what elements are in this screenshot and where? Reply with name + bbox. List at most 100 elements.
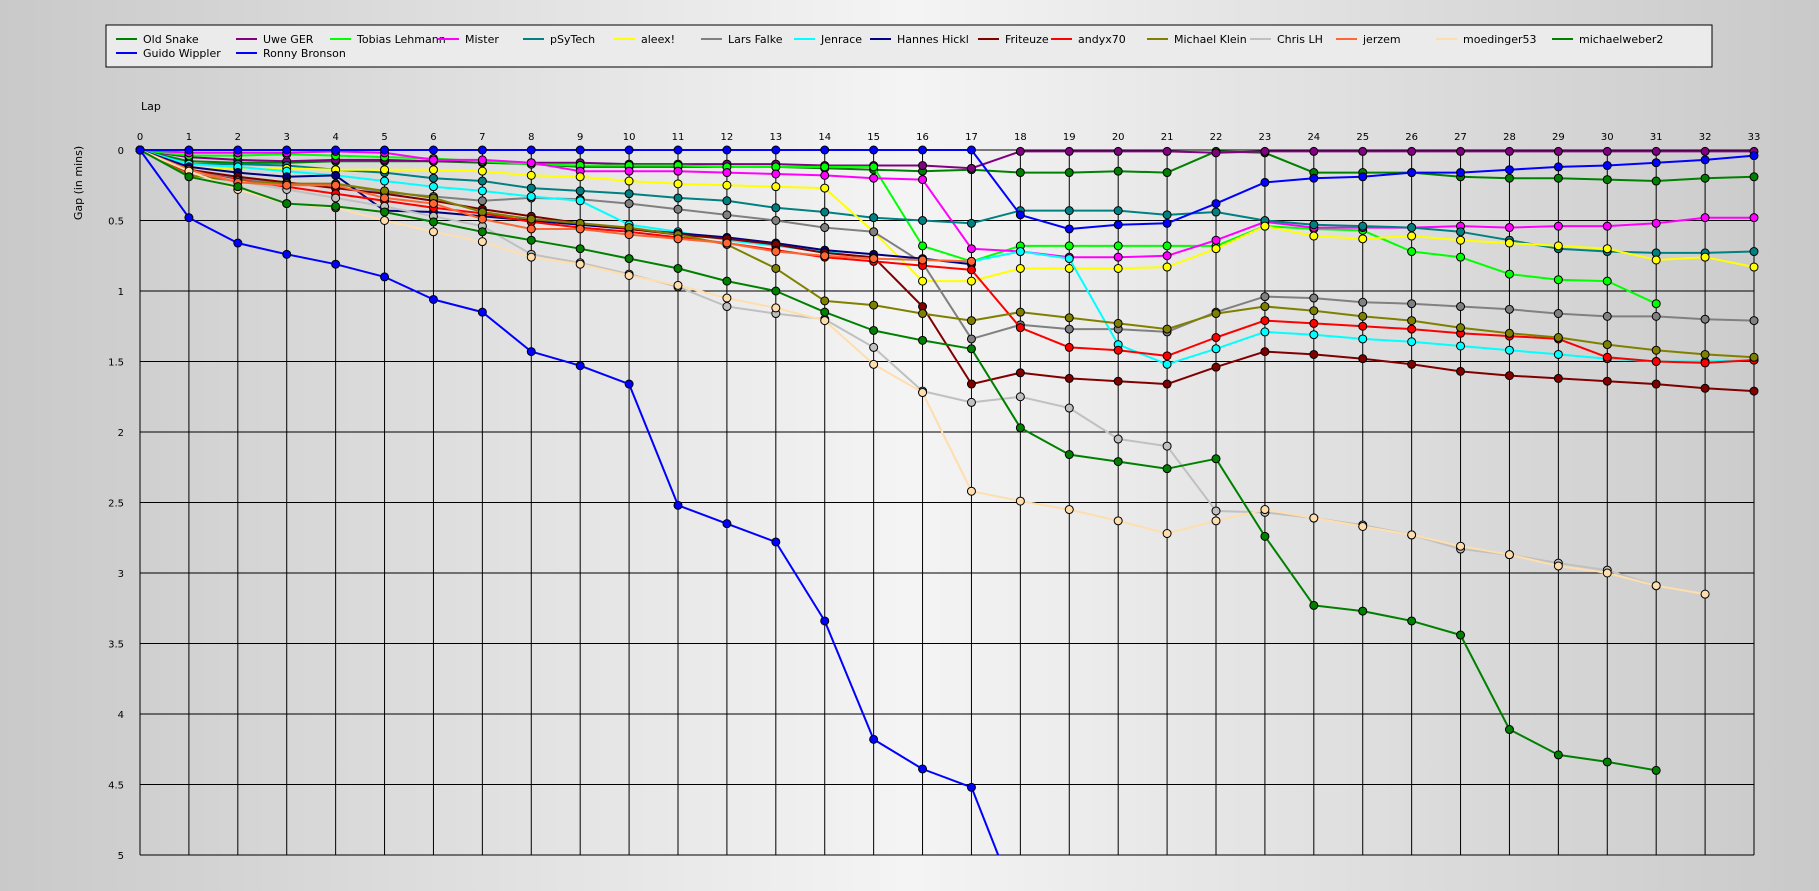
legend-label: Hannes Hickl [897, 33, 969, 46]
data-point [1749, 172, 1759, 182]
data-point [1504, 328, 1514, 338]
data-point [1456, 341, 1466, 351]
data-point [820, 162, 830, 172]
data-point [722, 168, 732, 178]
data-point [1456, 630, 1466, 640]
data-point [918, 145, 928, 155]
data-point [1064, 146, 1074, 156]
data-point [771, 303, 781, 313]
legend-label: Friteuze [1005, 33, 1049, 46]
y-axis-title: Gap (in mins) [72, 146, 85, 220]
data-point [1749, 352, 1759, 362]
data-point [331, 145, 341, 155]
data-point [1211, 148, 1221, 158]
legend-label: moedinger53 [1463, 33, 1537, 46]
data-point [1602, 146, 1612, 156]
data-point [1504, 238, 1514, 248]
data-point [869, 734, 879, 744]
data-point [869, 359, 879, 369]
data-point [1064, 168, 1074, 178]
data-point [477, 186, 487, 196]
x-tick-label: 5 [381, 132, 387, 143]
x-tick-label: 32 [1699, 132, 1712, 143]
y-tick-label: 4 [118, 710, 124, 721]
x-tick-label: 8 [528, 132, 534, 143]
data-point [184, 213, 194, 223]
data-point [722, 519, 732, 529]
x-tick-label: 11 [672, 132, 685, 143]
data-point [1211, 207, 1221, 217]
data-point [1602, 376, 1612, 386]
legend-label: Uwe GER [263, 33, 314, 46]
x-tick-label: 33 [1748, 132, 1761, 143]
series-friteuze [135, 145, 1759, 396]
legend: Old Snake Uwe GER Tobias Lehmann Mister pSyT… [105, 24, 1713, 68]
data-point [1211, 244, 1221, 254]
x-tick-label: 17 [965, 132, 978, 143]
data-point [1651, 218, 1661, 228]
data-point [1162, 241, 1172, 251]
data-point [1602, 244, 1612, 254]
data-point [1309, 231, 1319, 241]
data-point [1064, 373, 1074, 383]
data-point [673, 263, 683, 273]
data-point [1407, 223, 1417, 233]
data-point [1553, 750, 1563, 760]
data-point [1260, 531, 1270, 541]
data-point [135, 145, 145, 155]
data-point [1700, 349, 1710, 359]
data-point [673, 234, 683, 244]
data-point [771, 216, 781, 225]
x-tick-label: 27 [1454, 132, 1467, 143]
legend-label: Michael Klein [1174, 33, 1247, 46]
data-point [331, 170, 341, 180]
data-point [331, 180, 341, 190]
data-point [1749, 262, 1759, 272]
x-tick-label: 20 [1112, 132, 1125, 143]
data-point [1211, 454, 1221, 464]
data-point [1113, 434, 1123, 444]
data-point [1700, 589, 1710, 599]
data-point [1602, 352, 1612, 362]
y-tick-label: 1.5 [108, 358, 124, 369]
x-axis-title: Lap [141, 100, 161, 113]
data-point [1211, 199, 1221, 209]
data-point [869, 254, 879, 264]
data-point [1456, 227, 1466, 237]
data-point [1309, 220, 1319, 230]
y-tick-label: 2 [118, 428, 124, 439]
data-point [722, 238, 732, 248]
data-point [1504, 173, 1514, 183]
data-point [575, 361, 585, 371]
x-tick-label: 23 [1259, 132, 1272, 143]
data-point [1064, 206, 1074, 216]
data-point [1064, 241, 1074, 251]
data-point [1602, 221, 1612, 231]
data-point [918, 161, 928, 171]
data-point [428, 145, 438, 155]
data-point [1700, 213, 1710, 223]
data-point [1358, 172, 1368, 182]
data-point [1064, 403, 1074, 413]
y-tick-label: 2.5 [108, 499, 124, 510]
data-point [1064, 505, 1074, 515]
data-point [331, 201, 341, 211]
data-point [575, 196, 585, 206]
y-tick-label: 3.5 [108, 640, 124, 651]
data-point [1553, 221, 1563, 231]
data-point [1651, 146, 1661, 156]
x-tick-label: 12 [721, 132, 734, 143]
data-point [1407, 168, 1417, 178]
data-point [966, 163, 976, 173]
data-point [966, 244, 976, 254]
data-point [575, 224, 585, 234]
legend-label: Jenrace [820, 33, 862, 46]
data-point [1553, 333, 1563, 343]
data-point [233, 145, 243, 155]
data-point [1504, 725, 1514, 735]
data-point [820, 616, 830, 626]
x-tick-label: 30 [1601, 132, 1614, 143]
data-point [1113, 220, 1123, 230]
x-tick-label: 14 [818, 132, 831, 143]
x-tick-label: 1 [186, 132, 192, 143]
